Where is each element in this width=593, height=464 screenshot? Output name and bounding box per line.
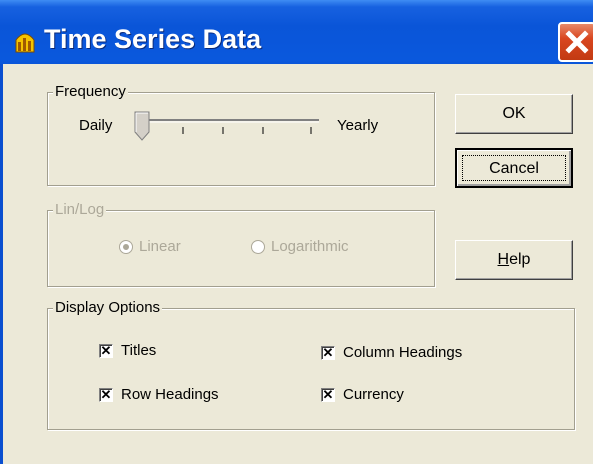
radio-linear-label: Linear bbox=[139, 238, 181, 255]
ok-button[interactable]: OK bbox=[455, 94, 573, 134]
linlog-group-frame bbox=[47, 210, 435, 287]
frequency-max-label: Yearly bbox=[337, 117, 379, 134]
checkbox-currency-label: Currency bbox=[343, 386, 404, 403]
radio-logarithmic[interactable]: Logarithmic bbox=[251, 238, 349, 255]
checkbox-currency-box: ✕ bbox=[321, 387, 335, 402]
window-title: Time Series Data bbox=[44, 24, 262, 54]
linlog-group: Lin/Log Linear Logarithmic bbox=[47, 201, 435, 287]
checkbox-titles-box: ✕ bbox=[99, 343, 113, 358]
frequency-legend: Frequency bbox=[53, 83, 128, 100]
cancel-button[interactable]: Cancel bbox=[455, 148, 573, 188]
help-button-label: Help bbox=[498, 251, 531, 268]
checkbox-column-headings-box: ✕ bbox=[321, 345, 335, 360]
radio-linear[interactable]: Linear bbox=[119, 238, 181, 255]
display-options-frame bbox=[47, 308, 575, 430]
checkbox-row-headings-box: ✕ bbox=[99, 387, 113, 402]
help-button[interactable]: Help bbox=[455, 240, 573, 280]
help-mnemonic: H bbox=[497, 251, 510, 268]
radio-linear-indicator bbox=[119, 239, 133, 254]
ok-button-label: OK bbox=[502, 105, 526, 122]
checkbox-column-headings[interactable]: ✕ Column Headings bbox=[321, 344, 462, 361]
linlog-legend: Lin/Log bbox=[53, 201, 107, 218]
help-rest: elp bbox=[509, 251, 531, 268]
dialog-body: Frequency Daily Yearly OK Cancel Lin/Log… bbox=[0, 64, 593, 464]
checkbox-titles-label: Titles bbox=[121, 342, 157, 359]
checkbox-row-headings[interactable]: ✕ Row Headings bbox=[99, 386, 219, 403]
close-icon bbox=[565, 30, 589, 54]
checkbox-currency[interactable]: ✕ Currency bbox=[321, 386, 404, 403]
frequency-slider-thumb[interactable] bbox=[134, 111, 150, 141]
cancel-button-label: Cancel bbox=[489, 160, 539, 177]
radio-logarithmic-label: Logarithmic bbox=[271, 238, 349, 255]
frequency-slider[interactable] bbox=[133, 110, 323, 146]
chart-bars-icon bbox=[15, 33, 35, 53]
display-options-group: Display Options ✕ Titles ✕ Column Headin… bbox=[47, 299, 575, 430]
frequency-group: Frequency Daily Yearly bbox=[47, 83, 435, 186]
frequency-min-label: Daily bbox=[79, 117, 113, 134]
checkbox-column-headings-label: Column Headings bbox=[343, 344, 463, 361]
radio-logarithmic-indicator bbox=[251, 239, 265, 254]
display-options-legend: Display Options bbox=[53, 299, 163, 316]
close-button[interactable] bbox=[558, 22, 593, 62]
checkbox-row-headings-label: Row Headings bbox=[121, 386, 219, 403]
checkbox-titles[interactable]: ✕ Titles bbox=[99, 342, 156, 359]
